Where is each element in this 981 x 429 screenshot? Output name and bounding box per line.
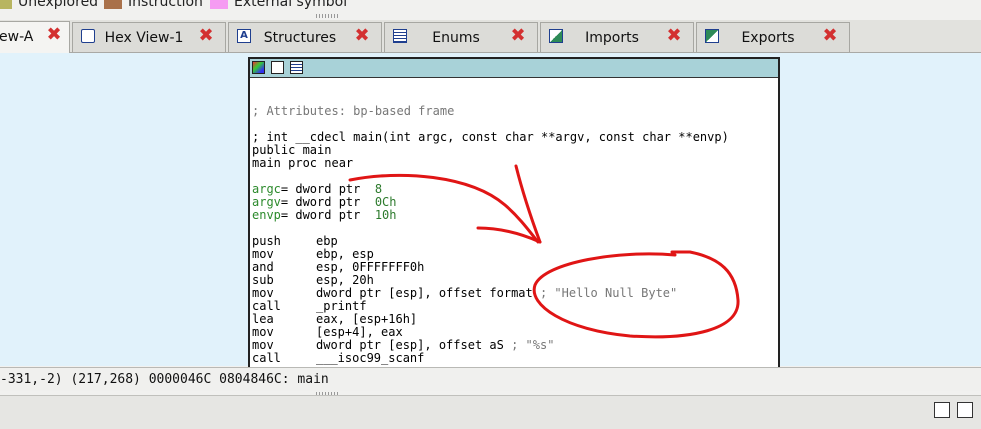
var-type: = dword ptr	[280, 208, 375, 222]
string-comment: ; "%s"	[503, 338, 555, 352]
operands: _printf	[316, 299, 367, 313]
legend-label: Instruction	[128, 0, 203, 10]
close-icon[interactable]: ✖	[353, 27, 371, 45]
var-name[interactable]: argc	[252, 182, 281, 196]
cursor-status: -331,-2) (217,268) 0000046C 0804846C: ma…	[0, 372, 329, 387]
operands: esp, 0FFFFFFF0h	[316, 260, 425, 274]
operands: ___isoc99_scanf	[316, 351, 425, 365]
tab-label: Exports	[741, 30, 795, 46]
attributes-comment: ; Attributes: bp-based frame	[252, 105, 455, 118]
operands: eax, [esp+16h]	[316, 312, 418, 326]
external-symbol-swatch	[210, 0, 228, 9]
tab-hex-view-1[interactable]: Hex View-1 ✖	[72, 22, 226, 52]
close-icon[interactable]: ✖	[509, 27, 527, 45]
stack-var-envp: envp= dword ptr 10h	[252, 209, 778, 222]
var-offset: 0Ch	[374, 195, 397, 209]
close-icon[interactable]: ✖	[45, 26, 63, 44]
operands: ebp	[316, 234, 338, 248]
instruction-swatch	[104, 0, 122, 9]
maximize-icon[interactable]	[957, 402, 973, 418]
graph-view[interactable]: ; Attributes: bp-based frame ; int __cde…	[0, 53, 981, 369]
legend-label: Unexplored	[18, 0, 99, 10]
legend-external-symbol: External symbol	[210, 0, 347, 11]
legend-label: External symbol	[234, 0, 348, 10]
var-offset: 8	[374, 182, 383, 196]
color-picker-icon[interactable]	[252, 61, 265, 74]
tab-label: Imports	[585, 30, 639, 46]
tab-enums[interactable]: Enums ✖	[384, 22, 538, 52]
operands: esp, 20h	[316, 273, 374, 287]
tab-label: Hex View-1	[104, 30, 184, 46]
close-icon[interactable]: ✖	[665, 27, 683, 45]
instruction-line[interactable]: call ___isoc99_scanf	[252, 352, 778, 365]
close-icon[interactable]: ✖	[197, 27, 215, 45]
tab-bar: ew-A ✖ Hex View-1 ✖ A Structures ✖ Enums…	[0, 20, 981, 53]
disassembly-listing[interactable]: ; Attributes: bp-based frame ; int __cde…	[252, 105, 778, 367]
rename-icon[interactable]	[271, 61, 284, 74]
bottom-panel	[0, 395, 981, 429]
restore-icon[interactable]	[934, 402, 950, 418]
var-type: = dword ptr	[280, 195, 375, 209]
color-legend: Unexplored Instruction External symbol	[0, 0, 981, 12]
string-comment: ; "Hello Null Byte"	[532, 286, 678, 300]
operands: dword ptr [esp], offset aS	[316, 338, 504, 352]
var-offset: 10h	[374, 208, 397, 222]
resize-grip[interactable]	[316, 14, 338, 18]
tab-label: Enums	[432, 30, 480, 46]
tab-exports[interactable]: Exports ✖	[696, 22, 850, 52]
close-icon[interactable]: ✖	[821, 27, 839, 45]
tab-label: Structures	[263, 30, 337, 46]
var-type: = dword ptr	[280, 182, 375, 196]
status-bar: -331,-2) (217,268) 0000046C 0804846C: ma…	[0, 367, 981, 391]
operands: [esp+4], eax	[316, 325, 403, 339]
graph-node-main[interactable]: ; Attributes: bp-based frame ; int __cde…	[248, 57, 780, 369]
var-name[interactable]: envp	[252, 208, 281, 222]
mnemonic: call	[252, 351, 281, 365]
operands: dword ptr [esp], offset format	[316, 286, 533, 300]
legend-instruction: Instruction	[104, 0, 203, 11]
node-header	[250, 59, 778, 78]
group-nodes-icon[interactable]	[290, 61, 303, 74]
legend-unexplored: Unexplored	[0, 0, 98, 11]
operands: ebp, esp	[316, 247, 374, 261]
proc-directive: main proc near	[252, 156, 354, 170]
tab-ida-view-a[interactable]: ew-A ✖	[0, 21, 70, 53]
tab-imports[interactable]: Imports ✖	[540, 22, 694, 52]
var-name[interactable]: argv	[252, 195, 281, 209]
tab-structures[interactable]: A Structures ✖	[228, 22, 382, 52]
unexplored-swatch	[0, 0, 12, 9]
